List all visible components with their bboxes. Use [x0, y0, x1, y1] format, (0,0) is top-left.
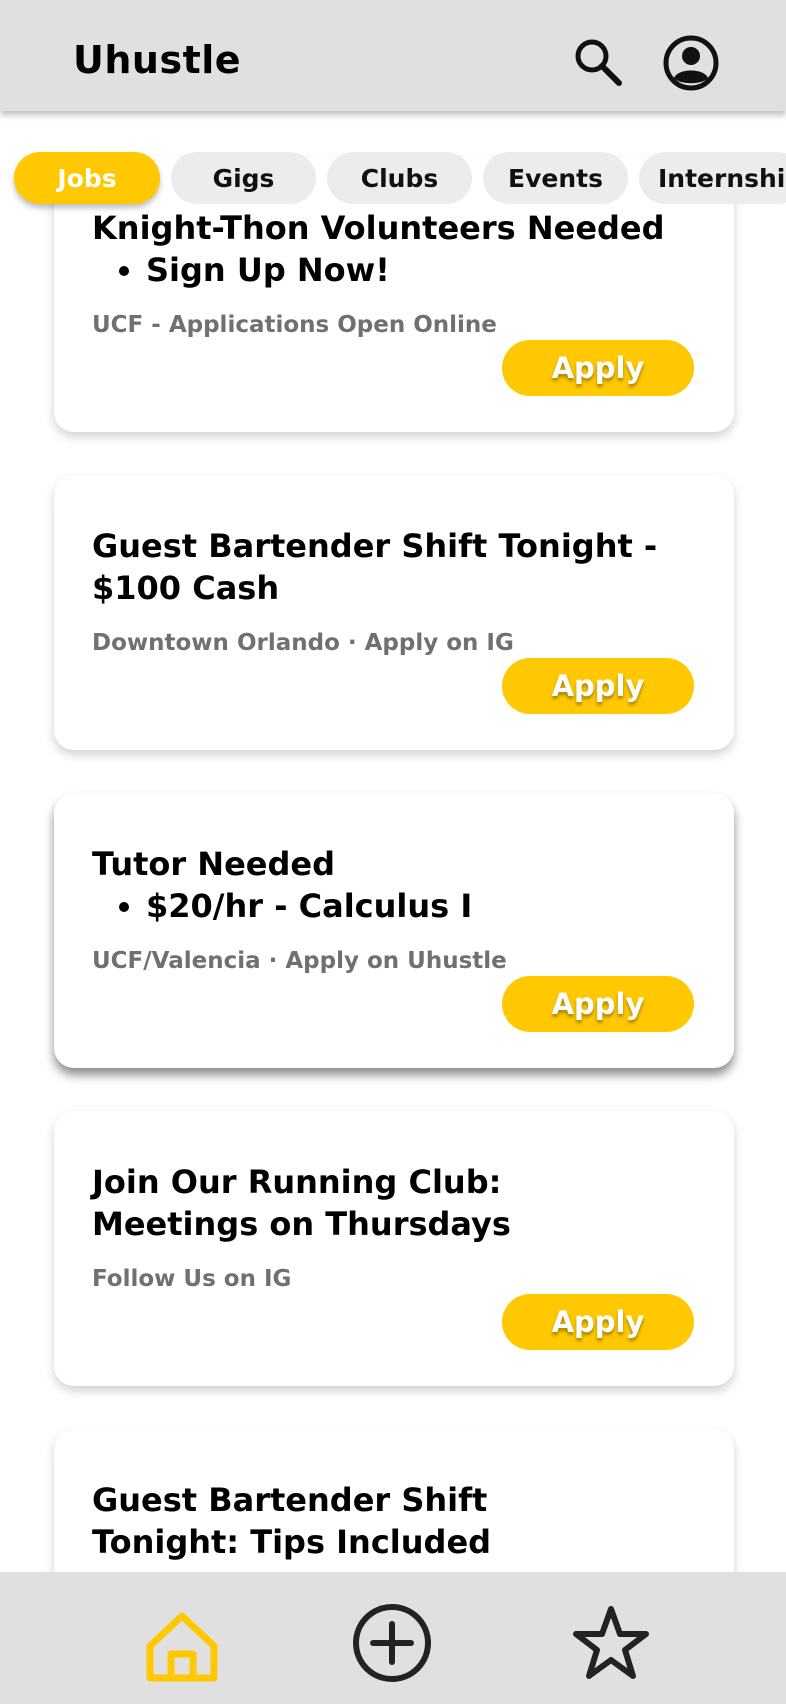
tab-events[interactable]: Events	[483, 152, 628, 204]
card-bullet-list: $20/hr - Calculus I	[92, 885, 704, 927]
card-title-text: Knight-Thon Volunteers Needed	[92, 209, 665, 247]
card-title: Join Our Running Club: Meetings on Thurs…	[92, 1163, 511, 1243]
tab-jobs[interactable]: Jobs	[14, 152, 160, 204]
home-icon[interactable]	[144, 1608, 220, 1684]
card-meta: UCF/Valencia · Apply on Uhustle	[92, 948, 507, 974]
opportunity-card[interactable]: Guest Bartender Shift Tonight: Tips Incl…	[54, 1429, 734, 1572]
star-icon[interactable]	[572, 1604, 650, 1682]
card-bullet: Sign Up Now!	[146, 249, 704, 291]
card-title: Tutor Needed $20/hr - Calculus I	[92, 843, 704, 927]
tab-gigs[interactable]: Gigs	[171, 152, 316, 204]
bottom-nav	[0, 1572, 786, 1704]
apply-button[interactable]: Apply	[502, 658, 694, 714]
app-header: Uhustle	[0, 0, 786, 111]
card-meta: Downtown Orlando · Apply on IG	[92, 630, 514, 656]
account-circle-icon[interactable]	[662, 34, 720, 92]
opportunity-card[interactable]: Join Our Running Club: Meetings on Thurs…	[54, 1111, 734, 1386]
opportunity-card[interactable]: Guest Bartender Shift Tonight - $100 Cas…	[54, 475, 734, 750]
opportunity-card[interactable]: Tutor Needed $20/hr - Calculus I UCF/Val…	[54, 793, 734, 1068]
card-bullet: $20/hr - Calculus I	[146, 885, 704, 927]
card-title-text: Tutor Needed	[92, 845, 335, 883]
apply-button[interactable]: Apply	[502, 976, 694, 1032]
card-meta: Follow Us on IG	[92, 1266, 292, 1292]
app-title: Uhustle	[73, 38, 242, 82]
tab-clubs[interactable]: Clubs	[327, 152, 472, 204]
tab-internships[interactable]: Internships	[639, 152, 786, 204]
card-title: Guest Bartender Shift Tonight: Tips Incl…	[92, 1481, 492, 1561]
search-icon[interactable]	[572, 36, 624, 88]
card-bullet-list: Sign Up Now!	[92, 249, 704, 291]
card-title: Guest Bartender Shift Tonight - $100 Cas…	[92, 527, 658, 607]
add-circle-icon[interactable]	[351, 1602, 433, 1684]
opportunity-feed[interactable]: Knight-Thon Volunteers Needed Sign Up No…	[0, 0, 786, 1572]
apply-button[interactable]: Apply	[502, 1294, 694, 1350]
card-meta: UCF - Applications Open Online	[92, 312, 497, 338]
category-tabs: Jobs Gigs Clubs Events Internships	[0, 148, 786, 208]
apply-button[interactable]: Apply	[502, 340, 694, 396]
card-title: Knight-Thon Volunteers Needed Sign Up No…	[92, 207, 704, 291]
